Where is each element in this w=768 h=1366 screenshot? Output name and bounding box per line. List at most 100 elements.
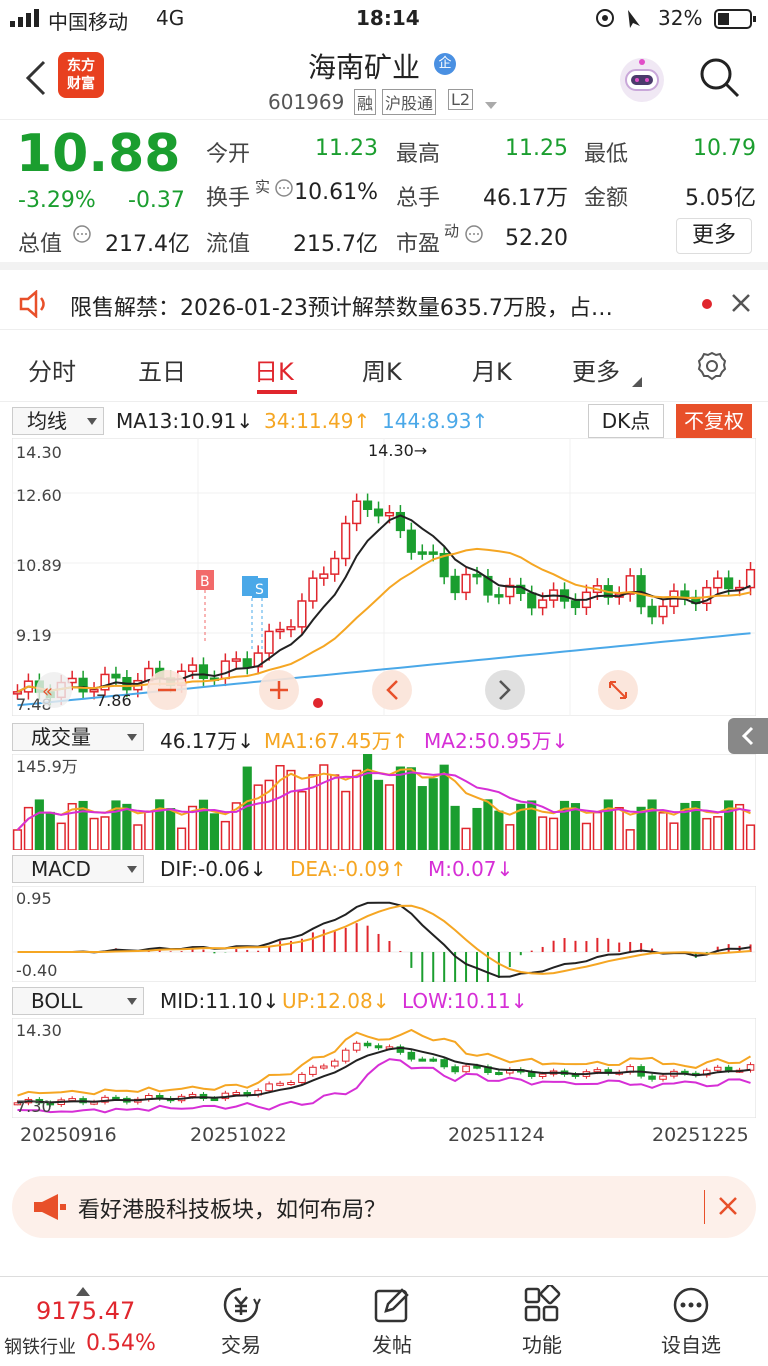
pe-value: 52.20 [505, 226, 568, 251]
kline-chart[interactable]: 14.30 12.60 10.89 9.19 7.48 14.30→ 7.86 … [12, 438, 756, 716]
tab-intraday[interactable]: 分时 [28, 352, 76, 387]
collapse-panel-button[interactable] [728, 718, 768, 754]
volume-bar [713, 816, 723, 850]
high-value: 11.25 [505, 136, 568, 161]
volume-bar [450, 805, 460, 850]
notice-bar[interactable]: 限售解禁：2026-01-23预计解禁数量635.7万股，占… [0, 278, 768, 330]
candle-body [12, 691, 23, 695]
volume-bar [242, 766, 252, 850]
trade-button[interactable]: 交易 [186, 1285, 296, 1358]
info-icon[interactable] [72, 224, 92, 248]
ma-type-dropdown[interactable]: 均线 [12, 407, 104, 435]
volume-bar [745, 824, 756, 850]
macd-dropdown[interactable]: MACD [12, 855, 144, 883]
promo-divider [704, 1190, 705, 1224]
macd-chart[interactable]: 0.95 -0.40 [12, 886, 756, 982]
candle-body [198, 664, 209, 679]
tab-daily-k[interactable]: 日K [254, 352, 294, 387]
date-label: 20251124 [448, 1124, 545, 1146]
ma13-legend: MA13:10.91↓ [116, 409, 254, 433]
volume-bar [89, 817, 99, 850]
gear-icon[interactable] [696, 350, 728, 386]
boll-candle-body [309, 1066, 317, 1075]
sector-name[interactable]: 钢铁行业 [4, 1333, 76, 1359]
open-value: 11.23 [315, 136, 378, 161]
current-position-dot [313, 698, 323, 708]
candle-body [538, 599, 548, 609]
volume-bar [625, 829, 635, 850]
boll-dropdown[interactable]: BOLL [12, 987, 144, 1015]
rewind-icon[interactable]: « [42, 681, 53, 702]
chevron-down-icon[interactable] [484, 96, 498, 115]
boll-candle-body [440, 1059, 448, 1068]
volume-bar [330, 774, 340, 850]
info-icon[interactable] [274, 178, 294, 202]
no-adjust-button[interactable]: 不复权 [676, 404, 752, 438]
volume-bar [417, 786, 427, 850]
boll-candle-body [659, 1075, 667, 1080]
date-label: 20250916 [20, 1124, 117, 1146]
price-axis-4: 9.19 [16, 626, 52, 645]
candle-body [319, 573, 329, 579]
buy-marker-label: B [200, 574, 210, 590]
last-price: 10.88 [16, 124, 181, 184]
grid-icon [524, 1285, 561, 1322]
promo-banner[interactable]: 看好港股科技板块，如何布局？ [12, 1176, 756, 1238]
boll-candle-body [374, 1045, 383, 1049]
boll-candle-body [320, 1065, 328, 1069]
post-button[interactable]: 发帖 [337, 1285, 447, 1358]
speaker-icon [18, 289, 50, 324]
volume-legend: 成交量 46.17万↓ MA1:67.45万↑ MA2:50.95万↓ [0, 718, 768, 754]
add-watchlist-button[interactable]: 设自选 [636, 1285, 746, 1358]
volume-bar [472, 807, 482, 850]
tab-monthly-k[interactable]: 月K [472, 352, 512, 387]
boll-candle-body [210, 1098, 219, 1102]
boll-axis-top: 14.30 [16, 1021, 62, 1040]
volume-bar [395, 766, 405, 850]
price-axis-top: 14.30 [16, 443, 62, 462]
volume-bar [144, 810, 154, 850]
tab-five-day[interactable]: 五日 [138, 352, 186, 387]
turnover-value: 10.61% [294, 180, 378, 205]
volume-bar [669, 822, 679, 850]
robot-assistant-icon[interactable] [614, 52, 670, 112]
clock: 18:14 [356, 6, 420, 30]
close-icon[interactable] [718, 1196, 738, 1222]
candle-body [341, 522, 351, 560]
volume-dropdown[interactable]: 成交量 [12, 723, 144, 751]
tab-more[interactable]: 更多 [572, 352, 620, 387]
enterprise-badge: 企 [434, 53, 456, 75]
total-value-label: 总值 [18, 232, 63, 257]
unread-dot [702, 299, 712, 309]
price-axis-mid: 10.89 [16, 556, 62, 575]
high-label: 最高 [396, 142, 441, 167]
search-icon[interactable] [698, 56, 742, 104]
info-icon[interactable] [464, 224, 484, 248]
volume-chart[interactable]: 145.9万 [12, 754, 756, 850]
battery-icon [714, 9, 758, 34]
close-icon[interactable] [730, 292, 752, 320]
low-annotation: 7.86 [96, 691, 132, 710]
quote-panel: 10.88 -3.29% -0.37 总值 217.4亿 今开 11.23 最高… [0, 120, 768, 270]
functions-button[interactable]: 功能 [487, 1285, 597, 1358]
back-icon[interactable] [22, 58, 48, 102]
candle-body [363, 500, 373, 510]
volume-bar [352, 769, 362, 850]
candle-body [713, 577, 723, 589]
boll-chart[interactable]: 14.30 7.30 [12, 1018, 756, 1118]
candle-body [78, 677, 88, 693]
promo-text: 看好港股科技板块，如何布局？ [78, 1198, 387, 1223]
candle-body [461, 573, 471, 594]
volume-bar [100, 816, 110, 850]
float-value: 215.7亿 [293, 232, 378, 257]
dk-point-button[interactable]: DK点 [588, 404, 664, 438]
tab-weekly-k[interactable]: 周K [362, 352, 402, 387]
boll-candle-body [352, 1042, 361, 1051]
candle-body [745, 568, 756, 589]
location-icon [596, 8, 646, 33]
more-quote-button[interactable]: 更多 [676, 218, 752, 254]
candle-body [187, 664, 198, 672]
sector-index-value[interactable]: 9175.47 [36, 1297, 135, 1325]
high-annotation: 14.30→ [368, 441, 427, 460]
macd-legend: MACD DIF:-0.06↓ DEA:-0.09↑ M:0.07↓ [0, 852, 768, 886]
